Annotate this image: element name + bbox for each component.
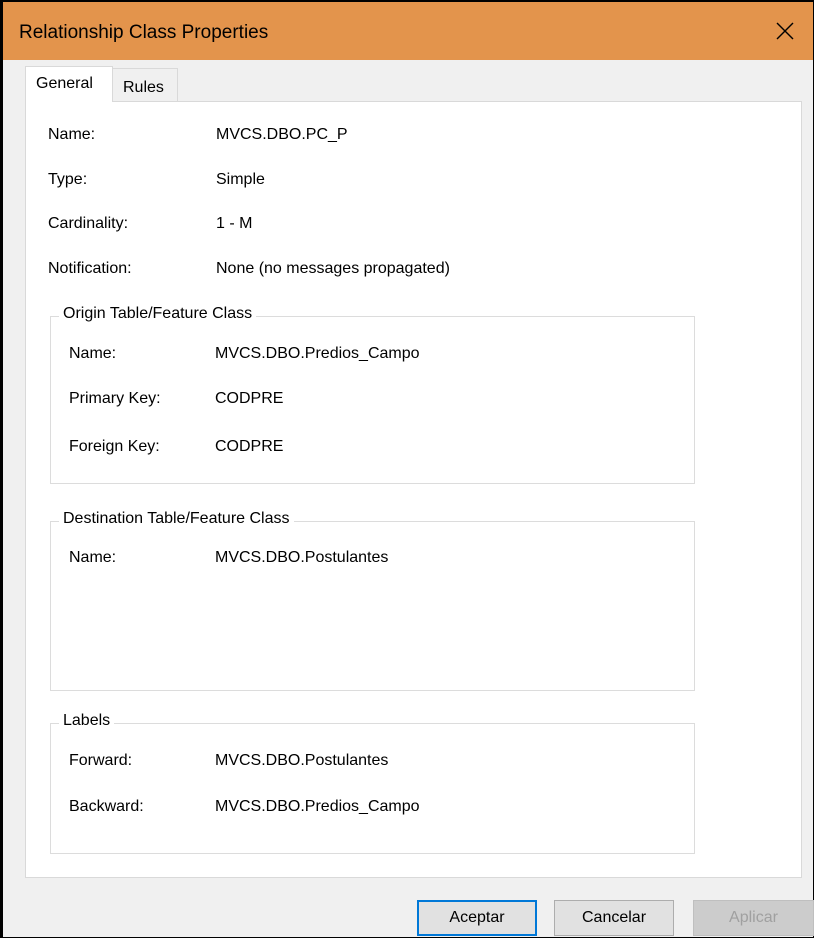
type-value: Simple xyxy=(216,171,265,188)
name-label: Name: xyxy=(48,126,96,143)
labels-groupbox: Labels Forward: MVCS.DBO.Postulantes Bac… xyxy=(50,712,695,854)
origin-name-value: MVCS.DBO.Predios_Campo xyxy=(215,345,420,362)
primary-key-label: Primary Key: xyxy=(69,390,161,407)
close-icon xyxy=(776,22,794,40)
foreign-key-value: CODPRE xyxy=(215,438,284,455)
foreign-key-label: Foreign Key: xyxy=(69,438,160,455)
cancel-button[interactable]: Cancelar xyxy=(554,900,674,936)
window-title: Relationship Class Properties xyxy=(19,22,269,43)
notification-value: None (no messages propagated) xyxy=(216,260,450,277)
origin-name-label: Name: xyxy=(69,345,117,362)
origin-groupbox: Origin Table/Feature Class Name: MVCS.DB… xyxy=(50,305,695,484)
destination-groupbox: Destination Table/Feature Class Name: MV… xyxy=(50,510,695,691)
primary-key-value: CODPRE xyxy=(215,390,284,407)
tab-general[interactable]: General xyxy=(25,66,113,102)
title-bar[interactable]: Relationship Class Properties xyxy=(3,2,813,60)
destination-name-value: MVCS.DBO.Postulantes xyxy=(215,549,389,566)
general-tab-panel: Name: MVCS.DBO.PC_P Type: Simple Cardina… xyxy=(25,101,802,878)
notification-label: Notification: xyxy=(48,260,132,277)
cardinality-label: Cardinality: xyxy=(48,215,129,232)
backward-label: Backward: xyxy=(69,798,144,815)
accept-button[interactable]: Aceptar xyxy=(417,900,537,936)
cardinality-value: 1 - M xyxy=(216,215,253,232)
tab-rules[interactable]: Rules xyxy=(112,68,178,102)
forward-label: Forward: xyxy=(69,752,133,769)
destination-name-label: Name: xyxy=(69,549,117,566)
name-value: MVCS.DBO.PC_P xyxy=(216,126,348,143)
type-label: Type: xyxy=(48,171,88,188)
destination-group-title: Destination Table/Feature Class xyxy=(59,510,294,528)
forward-value: MVCS.DBO.Postulantes xyxy=(215,752,389,769)
origin-group-title: Origin Table/Feature Class xyxy=(59,305,257,323)
dialog-window: Relationship Class Properties General Ru… xyxy=(0,0,814,938)
apply-button[interactable]: Aplicar xyxy=(693,900,814,936)
close-button[interactable] xyxy=(757,2,813,60)
labels-group-title: Labels xyxy=(59,712,115,730)
backward-value: MVCS.DBO.Predios_Campo xyxy=(215,798,420,815)
